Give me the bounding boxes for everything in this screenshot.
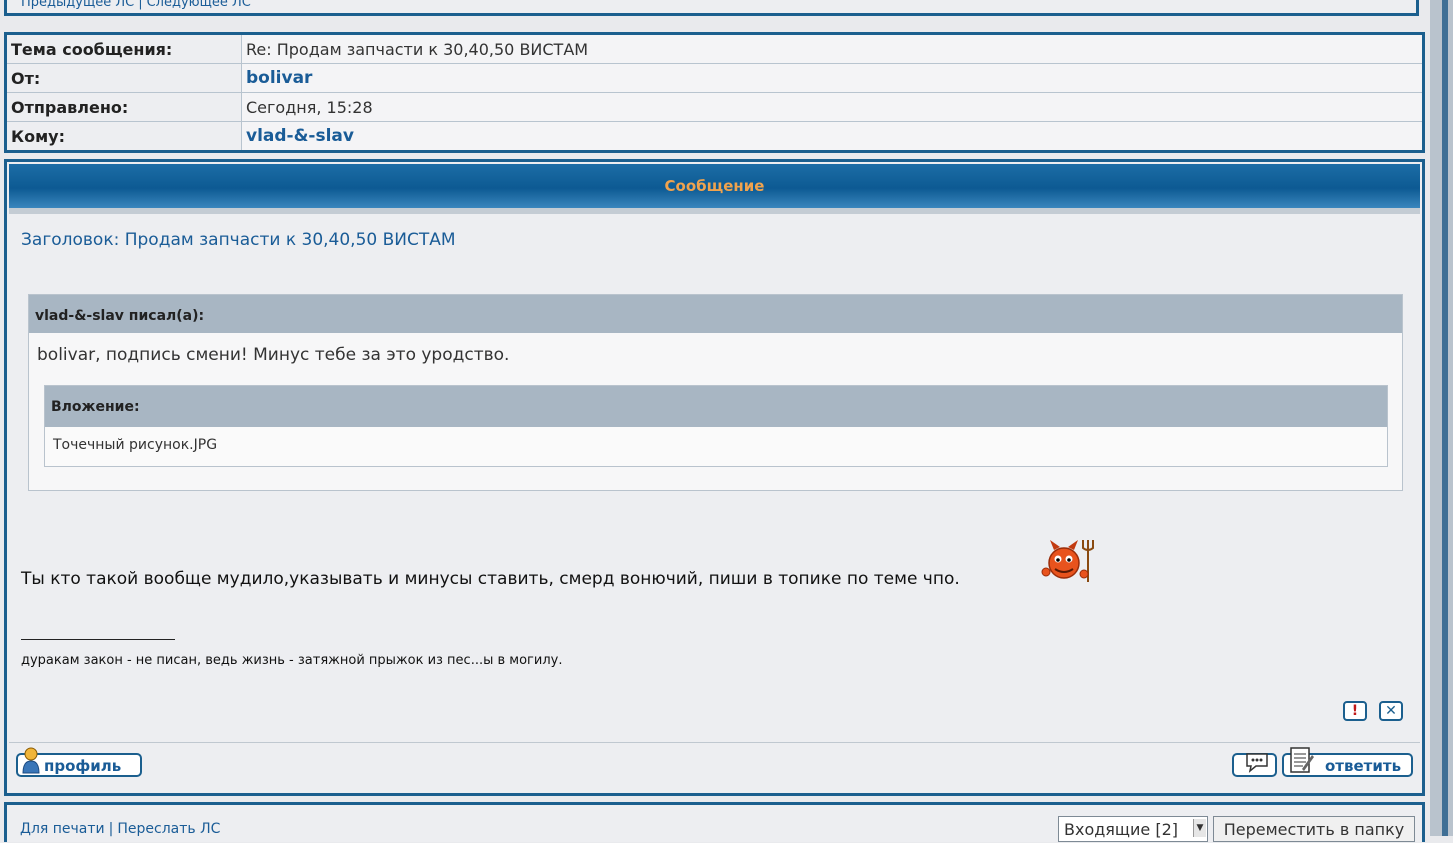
header-row-to: Кому: vlad-&-slav xyxy=(7,121,1423,151)
delete-button[interactable]: ✕ xyxy=(1379,701,1403,721)
signature-divider xyxy=(21,639,175,640)
forward-message-link[interactable]: Переслать ЛС xyxy=(117,821,220,837)
folder-select[interactable]: Входящие [2] ▼ xyxy=(1058,816,1208,842)
next-message-link[interactable]: Следующее ЛС xyxy=(147,0,251,10)
header-row-from: От: bolivar xyxy=(7,63,1422,93)
quote-text: bolivar, подпись смени! Минус тебе за эт… xyxy=(37,345,510,365)
message-subject: Заголовок: Продам запчасти к 30,40,50 ВИ… xyxy=(21,230,456,250)
folder-select-value: Входящие [2] xyxy=(1064,820,1178,839)
quote-button[interactable] xyxy=(1232,753,1277,777)
header-label: Кому: xyxy=(7,121,242,150)
header-label: Тема сообщения: xyxy=(7,35,242,64)
sender-username-link[interactable]: bolivar xyxy=(241,63,1422,93)
top-navigation: Предыдущее ЛС | Следующее ЛС xyxy=(4,0,1419,16)
message-body: Ты кто такой вообще мудило,указывать и м… xyxy=(21,569,960,589)
profile-button[interactable]: профиль xyxy=(16,747,142,777)
message-panel: Сообщение Заголовок: Продам запчасти к 3… xyxy=(4,159,1425,796)
attachment-block: Вложение: Точечный рисунок.JPG xyxy=(44,385,1388,467)
header-row-subject: Тема сообщения: Re: Продам запчасти к 30… xyxy=(7,35,1422,64)
profile-button-label: профиль xyxy=(44,757,122,775)
chevron-down-icon: ▼ xyxy=(1193,819,1206,837)
quote-author: vlad-&-slav писал(а): xyxy=(29,295,1402,333)
report-button[interactable]: ! xyxy=(1343,701,1367,721)
nav-separator: | xyxy=(108,821,114,837)
speech-bubble-icon xyxy=(1246,753,1268,773)
quote-block: vlad-&-slav писал(а): bolivar, подпись с… xyxy=(28,294,1403,491)
header-row-sent: Отправлено: Сегодня, 15:28 xyxy=(7,92,1422,122)
header-label: От: xyxy=(7,63,242,93)
header-label: Отправлено: xyxy=(7,92,242,122)
page-scroll-strip xyxy=(1430,0,1453,836)
signature-text: дуракам закон - не писан, ведь жизнь - з… xyxy=(21,653,563,668)
header-value-subject: Re: Продам запчасти к 30,40,50 ВИСТАМ xyxy=(241,35,1422,64)
attachment-header: Вложение: xyxy=(45,386,1387,427)
devil-smiley-icon xyxy=(1041,540,1094,582)
footer-divider xyxy=(9,742,1420,743)
exclamation-icon: ! xyxy=(1351,703,1359,719)
notepad-icon xyxy=(1290,747,1314,773)
message-header-table: Тема сообщения: Re: Продам запчасти к 30… xyxy=(4,32,1425,153)
attachment-file-link[interactable]: Точечный рисунок.JPG xyxy=(45,427,1387,453)
user-icon xyxy=(22,747,40,774)
recipient-username-link[interactable]: vlad-&-slav xyxy=(242,122,1423,151)
header-value-sent: Сегодня, 15:28 xyxy=(241,92,1422,122)
print-link[interactable]: Для печати xyxy=(20,821,105,837)
bottom-navigation: Для печати | Переслать ЛС Входящие [2] ▼ П… xyxy=(4,802,1425,842)
message-panel-title: Сообщение xyxy=(9,164,1420,214)
reply-button-label: ответить xyxy=(1325,757,1402,775)
nav-separator: | xyxy=(138,0,143,10)
close-icon: ✕ xyxy=(1385,703,1397,719)
bottom-links: Для печати | Переслать ЛС xyxy=(20,821,220,837)
reply-button[interactable]: ответить xyxy=(1282,747,1413,777)
page-edge-bar xyxy=(1442,0,1448,836)
move-to-folder-button[interactable]: Переместить в папку xyxy=(1213,816,1415,842)
prev-message-link[interactable]: Предыдущее ЛС xyxy=(21,0,134,10)
